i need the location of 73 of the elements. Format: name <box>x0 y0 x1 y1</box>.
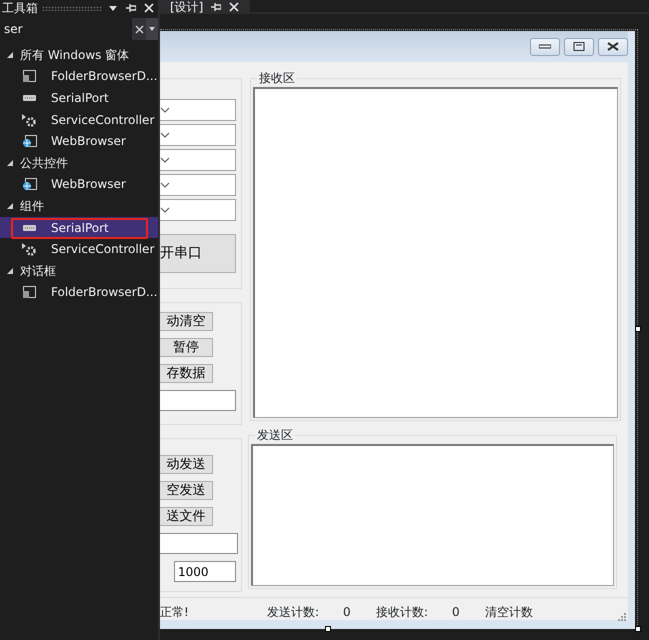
tree-category[interactable]: 公共控件 <box>0 152 158 174</box>
expanded-icon[interactable] <box>6 158 14 167</box>
group-title: 接收区 <box>257 70 297 86</box>
dropdown-field[interactable] <box>160 149 236 171</box>
caret-icon <box>109 6 117 10</box>
tree-category[interactable]: 所有 Windows 窗体 <box>0 44 158 66</box>
action-button[interactable]: 动清空 <box>160 312 213 331</box>
status-text: 发送计数: <box>267 604 320 621</box>
tree-item[interactable]: FolderBrowserD... <box>0 282 158 304</box>
chevron-icon <box>160 182 170 188</box>
dropdown-field[interactable] <box>160 174 236 196</box>
action-button[interactable]: 动发送 <box>160 455 213 474</box>
maximize-button[interactable] <box>564 38 594 56</box>
tree-item[interactable]: ServiceController <box>0 108 158 130</box>
chevron-icon <box>160 132 170 138</box>
interval-field[interactable]: 1000 <box>174 561 236 582</box>
resize-handle[interactable] <box>325 626 331 632</box>
open-port-button[interactable]: 开串口 <box>160 234 236 273</box>
pin-button[interactable] <box>124 1 138 15</box>
tree-item[interactable]: SerialPort <box>0 87 158 109</box>
resize-handle[interactable] <box>635 326 641 332</box>
expanded-icon[interactable] <box>6 202 14 210</box>
expanded-icon[interactable] <box>6 50 14 59</box>
text-field[interactable] <box>160 390 236 411</box>
caret-icon <box>149 27 155 31</box>
window-icon <box>22 69 37 84</box>
tree-item[interactable]: ServiceController <box>0 238 158 260</box>
status-text: 正常! <box>160 604 189 621</box>
window-icon <box>22 285 37 300</box>
gear-icon <box>22 242 37 256</box>
resize-handle[interactable] <box>635 626 641 632</box>
action-button[interactable]: 暂停 <box>160 338 213 357</box>
dropdown-field[interactable] <box>160 124 236 146</box>
action-button[interactable]: 空发送 <box>160 481 213 500</box>
globe-icon <box>22 134 37 148</box>
chevron-icon <box>160 206 170 213</box>
status-text: 0 <box>452 604 460 621</box>
action-button[interactable]: 存数据 <box>160 364 213 383</box>
close-button[interactable] <box>598 38 628 56</box>
panel-title: 工具箱 <box>2 1 38 15</box>
document-tab[interactable]: [设计] <box>160 0 250 14</box>
close-button[interactable] <box>142 1 156 15</box>
tree-item[interactable]: FolderBrowserD... <box>0 66 158 88</box>
globe-icon <box>22 177 37 192</box>
action-button[interactable]: 送文件 <box>160 507 213 526</box>
text-field[interactable] <box>160 533 238 554</box>
tree-category[interactable]: 对话框 <box>0 260 158 282</box>
gear-icon <box>22 112 37 127</box>
dropdown-field[interactable] <box>160 99 236 121</box>
group-title: 发送区 <box>255 427 295 443</box>
dropdown-button[interactable] <box>146 18 158 40</box>
minimize-button[interactable] <box>530 38 560 56</box>
status-text: 清空计数 <box>485 604 533 621</box>
pin-icon <box>126 3 136 13</box>
close-icon <box>607 42 619 51</box>
tree-item[interactable]: SerialPort <box>0 216 158 238</box>
chevron-icon <box>160 156 170 163</box>
chevron-icon <box>160 106 170 113</box>
resize-grip-icon <box>618 613 626 621</box>
close-icon[interactable] <box>229 2 240 12</box>
maximize-icon <box>573 42 585 51</box>
minimize-icon <box>539 42 551 51</box>
dropdown-field[interactable] <box>160 199 236 221</box>
close-icon <box>134 24 144 34</box>
search-field[interactable]: ser <box>0 18 158 40</box>
tree-item[interactable]: WebBrowser <box>0 130 158 152</box>
expanded-icon[interactable] <box>6 266 14 275</box>
close-icon <box>144 3 154 13</box>
pin-icon[interactable] <box>211 2 222 12</box>
tree-category[interactable]: 组件 <box>0 195 158 217</box>
status-text: 0 <box>343 604 351 621</box>
status-text: 接收计数: <box>376 604 428 621</box>
tree-item[interactable]: WebBrowser <box>0 174 158 196</box>
